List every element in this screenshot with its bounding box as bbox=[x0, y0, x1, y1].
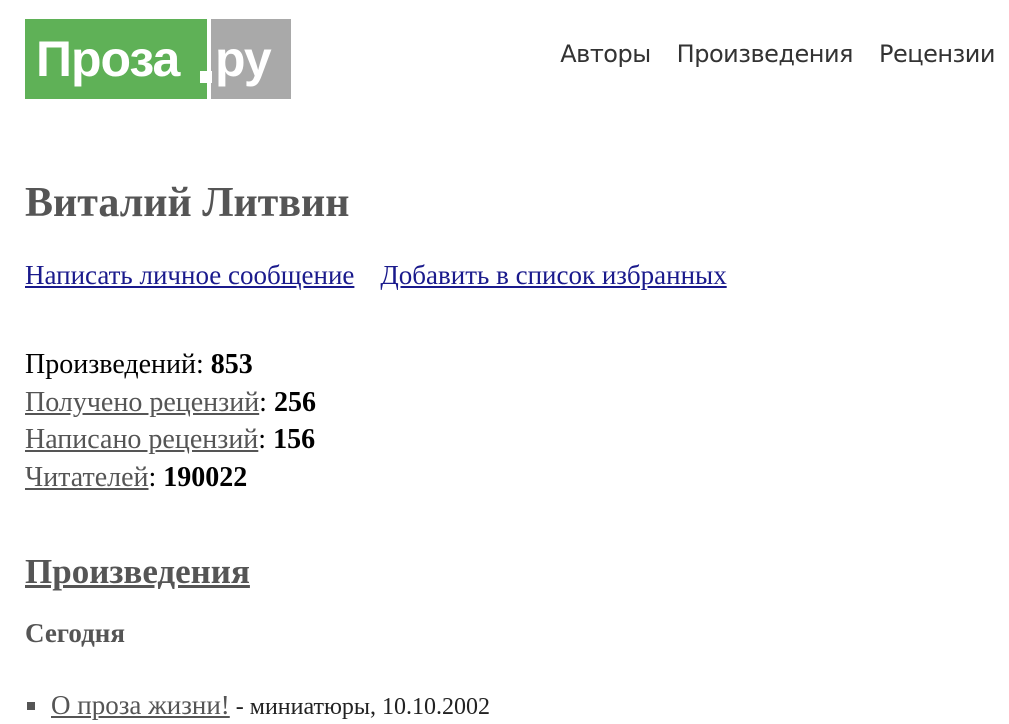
logo-dot bbox=[200, 71, 212, 83]
logo-tld-text: ру bbox=[211, 19, 291, 99]
works-group-today: Сегодня bbox=[25, 618, 125, 648]
add-favorite-link[interactable]: Добавить в список избранных bbox=[380, 260, 726, 290]
site-logo[interactable]: Проза ру bbox=[25, 19, 291, 99]
site-header: Проза ру Авторы Произведения Рецензии bbox=[0, 0, 1009, 110]
logo-separator bbox=[200, 19, 212, 99]
author-name: Виталий Литвин bbox=[25, 180, 350, 226]
stat-received-reviews: Получено рецензий: 256 bbox=[25, 386, 316, 418]
stat-received-value: 256 bbox=[273, 386, 316, 418]
works-section-title: Произведения bbox=[25, 550, 985, 594]
works-list: О проза жизни! - миниатюры, 10.10.2002 bbox=[25, 688, 985, 724]
readers-link[interactable]: Читателей bbox=[25, 462, 149, 493]
stat-written-reviews: Написано рецензий: 156 bbox=[25, 424, 316, 455]
send-message-link[interactable]: Написать личное сообщение bbox=[25, 260, 354, 290]
work-meta: - миниатюры, 10.10.2002 bbox=[229, 694, 491, 720]
written-reviews-link[interactable]: Написано рецензий bbox=[25, 424, 258, 455]
stat-readers-value: 190022 bbox=[163, 461, 248, 493]
nav-reviews[interactable]: Рецензии bbox=[879, 40, 996, 68]
stat-works-label: Произведений bbox=[25, 349, 197, 380]
main-nav: Авторы Произведения Рецензии bbox=[560, 40, 995, 68]
stat-readers: Читателей: 190022 bbox=[25, 461, 248, 493]
nav-authors[interactable]: Авторы bbox=[560, 40, 651, 68]
author-actions: Написать личное сообщение Добавить в спис… bbox=[25, 258, 985, 292]
received-reviews-link[interactable]: Получено рецензий bbox=[25, 387, 259, 418]
list-item: О проза жизни! - миниатюры, 10.10.2002 bbox=[25, 688, 985, 724]
author-stats: Произведений: 853 Получено рецензий: 256… bbox=[25, 346, 985, 496]
logo-main-text: Проза bbox=[25, 19, 207, 99]
nav-works[interactable]: Произведения bbox=[677, 40, 854, 68]
stat-works: Произведений: 853 bbox=[25, 349, 253, 380]
stat-works-value: 853 bbox=[210, 349, 253, 380]
stat-written-value: 156 bbox=[273, 424, 316, 455]
main-content: Виталий Литвин Написать личное сообщение… bbox=[25, 176, 985, 724]
works-section-link[interactable]: Произведения bbox=[25, 552, 250, 591]
bullet-icon bbox=[27, 702, 35, 710]
work-title-link[interactable]: О проза жизни! bbox=[51, 690, 230, 720]
